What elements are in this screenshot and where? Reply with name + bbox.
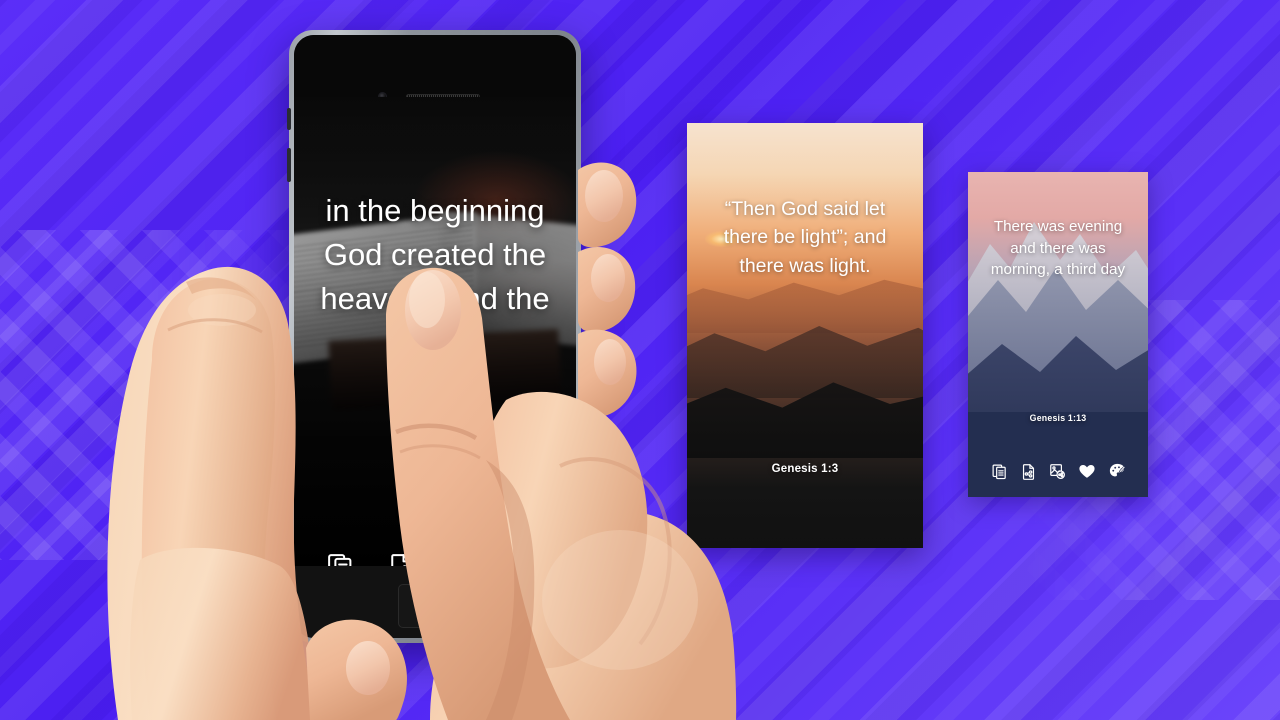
copy-icon[interactable] — [991, 463, 1008, 480]
image-share-icon[interactable] — [1049, 463, 1066, 480]
phone-verse-reference: Genesis 1:1 — [399, 505, 471, 519]
phone-device[interactable]: in the beginning God created the heavens… — [287, 30, 583, 643]
phone-screen-area[interactable]: in the beginning God created the heavens… — [294, 35, 576, 638]
file-share-icon[interactable] — [386, 552, 416, 566]
phone-action-bar — [294, 552, 576, 566]
verse-card-middle[interactable]: “Then God said let there be light”; and … — [687, 123, 923, 548]
card-right-verse-reference: Genesis 1:13 — [1029, 413, 1087, 423]
card-middle-verse-text: “Then God said let there be light”; and … — [723, 198, 887, 277]
home-button[interactable] — [398, 584, 486, 628]
card-right-verse-text: There was evening and there was morning,… — [990, 218, 1126, 279]
image-share-icon[interactable] — [446, 552, 476, 566]
heart-icon[interactable] — [1078, 462, 1096, 480]
phone-display[interactable]: in the beginning God created the heavens… — [294, 97, 576, 566]
phone-button-left-top[interactable] — [287, 108, 291, 130]
background-chevron-pattern-left — [0, 230, 320, 560]
card-middle-verse-reference: Genesis 1:3 — [771, 463, 839, 475]
copy-icon[interactable] — [326, 552, 356, 566]
phone-verse-text: in the beginning God created the heavens… — [320, 193, 550, 361]
phone-bottom-bezel — [294, 566, 576, 638]
card-right-action-bar — [968, 462, 1148, 480]
verse-card-right[interactable]: There was evening and there was morning,… — [968, 172, 1148, 497]
phone-button-right-top[interactable] — [579, 194, 583, 220]
phone-button-left-bottom[interactable] — [287, 148, 291, 182]
phone-button-right-bottom[interactable] — [579, 292, 583, 322]
palette-icon[interactable] — [1108, 462, 1126, 480]
screenshot-root: There was evening and there was morning,… — [0, 0, 1280, 720]
phone-top-bezel — [294, 35, 576, 97]
file-share-icon[interactable] — [1020, 463, 1037, 480]
